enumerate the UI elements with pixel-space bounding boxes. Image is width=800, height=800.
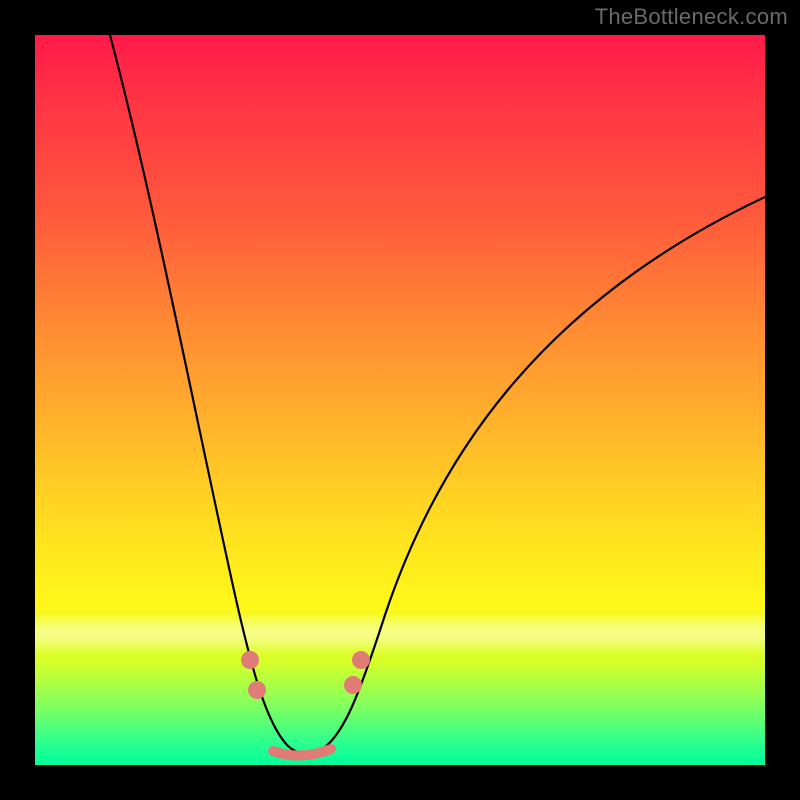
bottleneck-curve	[110, 35, 765, 754]
marker-right-lower	[344, 676, 362, 694]
marker-right-upper	[352, 651, 370, 669]
plot-area	[35, 35, 765, 765]
watermark-text: TheBottleneck.com	[595, 4, 788, 30]
marker-left-upper	[241, 651, 259, 669]
chart-frame: TheBottleneck.com	[0, 0, 800, 800]
curve-layer	[35, 35, 765, 765]
trough-highlight	[273, 749, 331, 756]
marker-left-lower	[248, 681, 266, 699]
